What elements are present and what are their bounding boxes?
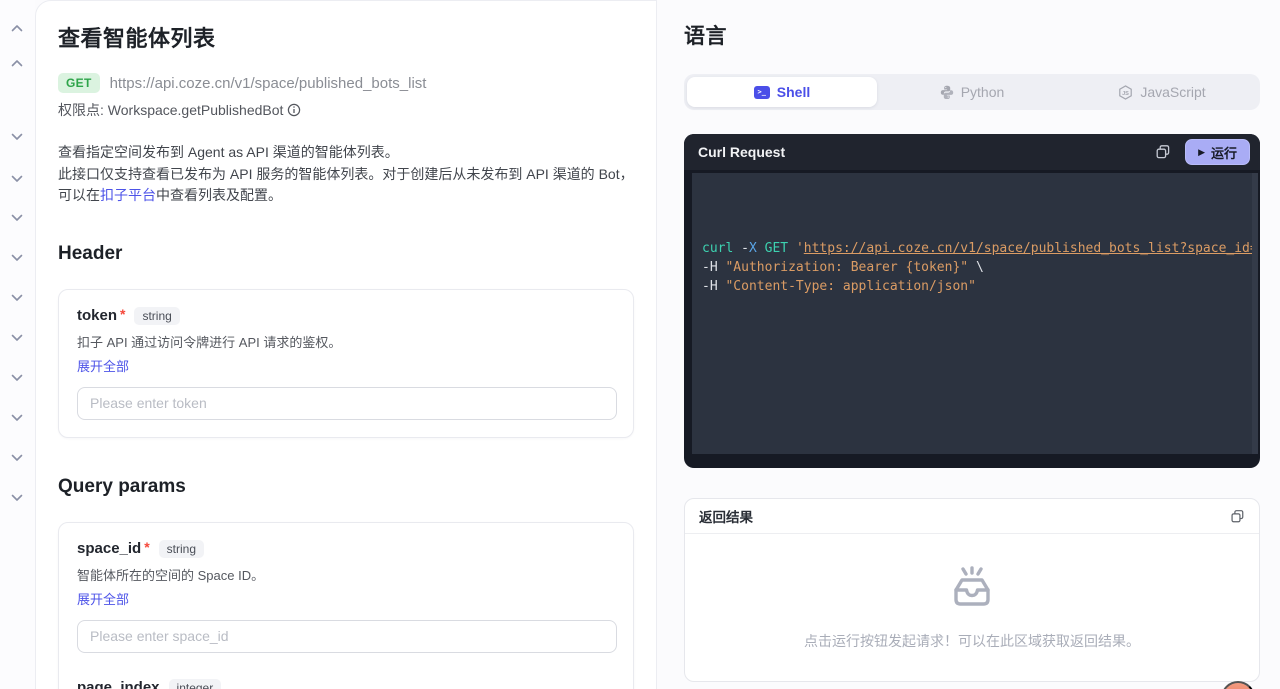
- play-icon: ▶: [1198, 146, 1205, 157]
- desc-text: 可以在: [58, 187, 100, 203]
- permission-row: 权限点: Workspace.getPublishedBot: [58, 100, 634, 120]
- code-token: "Content-Type: application/json": [725, 279, 976, 294]
- code-token: "Authorization: Bearer {token}": [725, 260, 969, 275]
- empty-state-text: 点击运行按钮发起请求！可以在此区域获取返回结果。: [804, 632, 1140, 649]
- code-token: -: [733, 241, 749, 256]
- param-type-badge: integer: [168, 678, 222, 689]
- chevron-up-icon[interactable]: [8, 21, 26, 35]
- chevron-down-icon[interactable]: [8, 172, 26, 186]
- copy-code-button[interactable]: [1151, 140, 1175, 164]
- tab-label: Shell: [776, 84, 811, 100]
- floating-help-button[interactable]: [1221, 681, 1255, 689]
- curl-request-block: Curl Request ▶ 运行 curl -X GET 'https://a…: [684, 134, 1260, 468]
- code-line: -H "Content-Type: application/json": [702, 277, 1244, 296]
- param-field-page-index: page_index integer 分页查询时的页码。 展开全部: [77, 678, 615, 689]
- info-icon[interactable]: [287, 103, 301, 117]
- empty-inbox-icon: [944, 565, 1000, 617]
- param-name: token: [77, 307, 118, 324]
- desc-line: 此接口仅支持查看已发布为 API 服务的智能体列表。对于创建后从未发布到 API…: [58, 165, 634, 182]
- section-heading-header: Header: [58, 242, 123, 264]
- param-name: page_index: [77, 679, 160, 689]
- tab-label: JavaScript: [1140, 84, 1206, 100]
- chevron-down-icon[interactable]: [8, 211, 26, 225]
- chevron-down-icon[interactable]: [8, 251, 26, 265]
- endpoint-url: https://api.coze.cn/v1/space/published_b…: [109, 74, 427, 92]
- param-field-token: token * string 扣子 API 通过访问令牌进行 API 请求的鉴权…: [77, 305, 617, 420]
- javascript-icon: JS: [1118, 84, 1133, 100]
- chevron-down-icon[interactable]: [8, 331, 26, 345]
- required-star: *: [144, 538, 150, 555]
- code-url-link[interactable]: https://api.coze.cn/v1/space/published_b…: [804, 241, 1258, 256]
- chevron-down-icon[interactable]: [8, 491, 26, 505]
- doc-description: 查看指定空间发布到 Agent as API 渠道的智能体列表。 此接口仅支持查…: [58, 142, 634, 207]
- expand-all-link[interactable]: 展开全部: [77, 589, 129, 608]
- desc-line: 查看指定空间发布到 Agent as API 渠道的智能体列表。: [58, 144, 399, 160]
- code-token: \: [968, 260, 984, 275]
- coze-platform-link[interactable]: 扣子平台: [100, 187, 156, 203]
- tab-shell[interactable]: >_ Shell: [687, 77, 877, 107]
- param-name: space_id: [77, 540, 142, 557]
- curl-header: Curl Request ▶ 运行: [684, 134, 1260, 170]
- chevron-down-icon[interactable]: [8, 291, 26, 305]
- section-heading-query: Query params: [58, 475, 186, 497]
- code-token: -H: [702, 279, 726, 294]
- expand-all-link[interactable]: 展开全部: [77, 356, 129, 375]
- shell-terminal-icon: >_: [753, 85, 770, 99]
- left-rail: [0, 0, 35, 689]
- result-panel: 返回结果 点击运行按钮发起请求！可以在此区域获取返回结果。: [684, 498, 1260, 682]
- param-desc: 扣子 API 通过访问令牌进行 API 请求的鉴权。: [77, 334, 342, 350]
- code-line: -H "Authorization: Bearer {token}" \: [702, 258, 1244, 277]
- run-button[interactable]: ▶ 运行: [1185, 139, 1250, 165]
- curl-code: curl -X GET 'https://api.coze.cn/v1/spac…: [692, 173, 1258, 454]
- result-title: 返回结果: [699, 510, 753, 525]
- chevron-up-icon[interactable]: [8, 56, 26, 70]
- param-field-space-id: space_id * string 智能体所在的空间的 Space ID。 展开…: [77, 538, 617, 653]
- param-type-badge: string: [158, 539, 205, 558]
- python-icon: [940, 85, 954, 99]
- debug-column: 语言 >_ Shell Python JS JavaScript Curl Re…: [684, 0, 1260, 682]
- tab-python[interactable]: Python: [877, 77, 1067, 107]
- language-heading: 语言: [684, 25, 727, 48]
- required-star: *: [120, 305, 126, 322]
- code-token: curl: [702, 241, 734, 256]
- desc-line: 可以在扣子平台中查看列表及配置。: [58, 185, 634, 207]
- code-token: ': [795, 241, 804, 256]
- run-label: 运行: [1210, 145, 1237, 161]
- token-input[interactable]: [77, 386, 617, 420]
- param-type-badge: string: [134, 306, 180, 325]
- result-empty-state: 点击运行按钮发起请求！可以在此区域获取返回结果。: [685, 534, 1259, 681]
- page-title: 查看智能体列表: [58, 26, 216, 51]
- language-tabs: >_ Shell Python JS JavaScript: [684, 74, 1260, 110]
- code-line: curl -X GET 'https://api.coze.cn/v1/spac…: [702, 239, 1258, 258]
- query-params-card: space_id * string 智能体所在的空间的 Space ID。 展开…: [58, 521, 634, 689]
- endpoint-row: GET https://api.coze.cn/v1/space/publish…: [58, 73, 634, 93]
- permission-label: 权限点: Workspace.getPublishedBot: [58, 102, 284, 118]
- result-header: 返回结果: [685, 499, 1259, 534]
- space-id-input[interactable]: [77, 619, 617, 653]
- chevron-down-icon[interactable]: [8, 451, 26, 465]
- chevron-down-icon[interactable]: [8, 411, 26, 425]
- code-token: GET: [764, 241, 789, 256]
- param-desc: 智能体所在的空间的 Space ID。: [77, 567, 265, 583]
- curl-title: Curl Request: [698, 144, 786, 160]
- doc-panel: 查看智能体列表 GET https://api.coze.cn/v1/space…: [35, 0, 657, 689]
- header-params-card: token * string 扣子 API 通过访问令牌进行 API 请求的鉴权…: [58, 288, 634, 438]
- svg-text:JS: JS: [1122, 90, 1129, 96]
- code-token: X: [748, 241, 757, 256]
- code-scrollbar[interactable]: [1252, 173, 1258, 454]
- tab-label: Python: [960, 84, 1005, 100]
- desc-text: 中查看列表及配置。: [156, 187, 282, 203]
- http-method-badge: GET: [58, 73, 100, 93]
- api-doc-debug-page: 查看智能体列表 GET https://api.coze.cn/v1/space…: [0, 0, 1280, 689]
- copy-result-button[interactable]: [1226, 505, 1249, 528]
- tab-javascript[interactable]: JS JavaScript: [1067, 77, 1257, 107]
- chevron-down-icon[interactable]: [8, 130, 26, 144]
- chevron-down-icon[interactable]: [8, 371, 26, 385]
- code-token: -H: [702, 260, 726, 275]
